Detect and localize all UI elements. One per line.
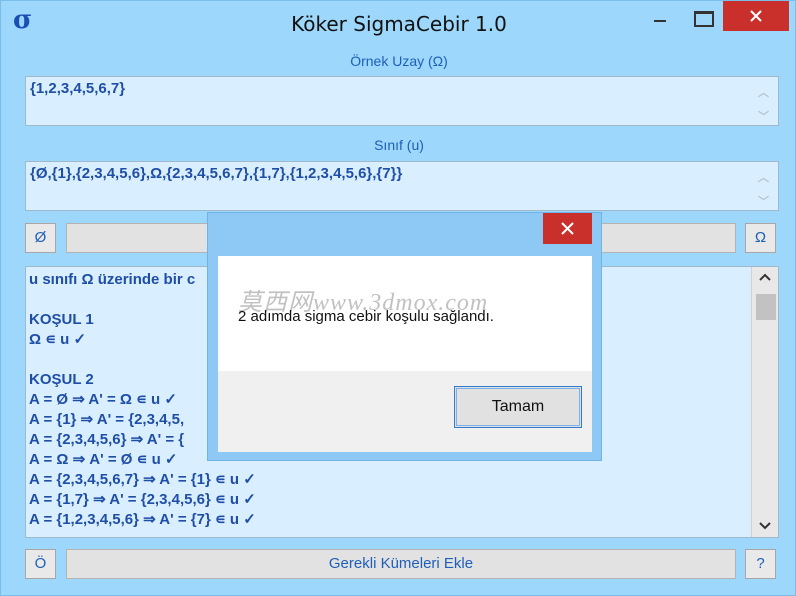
dialog-body: 莫西网www.3dmox.com 2 adımda sigma cebir ko… [218,256,592,371]
omega-button[interactable]: Ω [745,223,776,253]
class-scrollbar[interactable]: ︿ ﹀ [751,163,777,209]
scroll-down-icon[interactable]: ﹀ [758,108,770,123]
maximize-button[interactable] [684,1,724,31]
class-value: {Ø,{1},{2,3,4,5,6},Ω,{2,3,4,5,6,7},{1,7}… [30,165,403,182]
message-dialog: 莫西网www.3dmox.com 2 adımda sigma cebir ko… [207,212,602,461]
o-button[interactable]: Ö [25,549,56,579]
log-scrollbar[interactable] [751,267,778,537]
class-input[interactable]: {Ø,{1},{2,3,4,5,6},Ω,{2,3,4,5,6,7},{1,7}… [25,161,779,211]
title-bar: σ Köker SigmaCebir 1.0 [1,1,796,45]
dialog-close-button[interactable] [543,213,592,244]
add-required-sets-button[interactable]: Gerekli Kümeleri Ekle [66,549,736,579]
log-line: A = {1,7} ⇒ A' = {2,3,4,5,6} ∊ u ✓ [29,491,256,508]
close-button[interactable] [723,1,789,31]
ok-button[interactable]: Tamam [454,386,582,428]
dialog-footer: Tamam [218,371,592,452]
dialog-message: 2 adımda sigma cebir koşulu sağlandı. [238,308,494,325]
close-icon [750,10,762,22]
main-window: σ Köker SigmaCebir 1.0 Örnek Uzay (Ω) {1… [0,0,796,596]
sample-space-scrollbar[interactable]: ︿ ﹀ [751,78,777,124]
scroll-thumb[interactable] [756,294,776,320]
sample-space-input[interactable]: {1,2,3,4,5,6,7} ︿ ﹀ [25,76,779,126]
scroll-down-icon[interactable] [758,521,772,531]
scroll-up-icon[interactable] [758,272,772,282]
log-line: A = {2,3,4,5,6,7} ⇒ A' = {1} ∊ u ✓ [29,471,256,488]
class-label: Sınıf (u) [374,137,424,153]
empty-set-button[interactable]: Ø [25,223,56,253]
close-icon [561,222,574,235]
minimize-button[interactable] [641,1,681,31]
scroll-down-icon[interactable]: ﹀ [758,193,770,208]
sample-space-label: Örnek Uzay (Ω) [350,53,448,69]
sample-space-value: {1,2,3,4,5,6,7} [30,80,126,97]
log-line: A = {1,2,3,4,5,6} ⇒ A' = {7} ∊ u ✓ [29,511,256,528]
help-button[interactable]: ? [745,549,776,579]
scroll-up-icon[interactable]: ︿ [758,84,770,99]
scroll-up-icon[interactable]: ︿ [758,169,770,184]
